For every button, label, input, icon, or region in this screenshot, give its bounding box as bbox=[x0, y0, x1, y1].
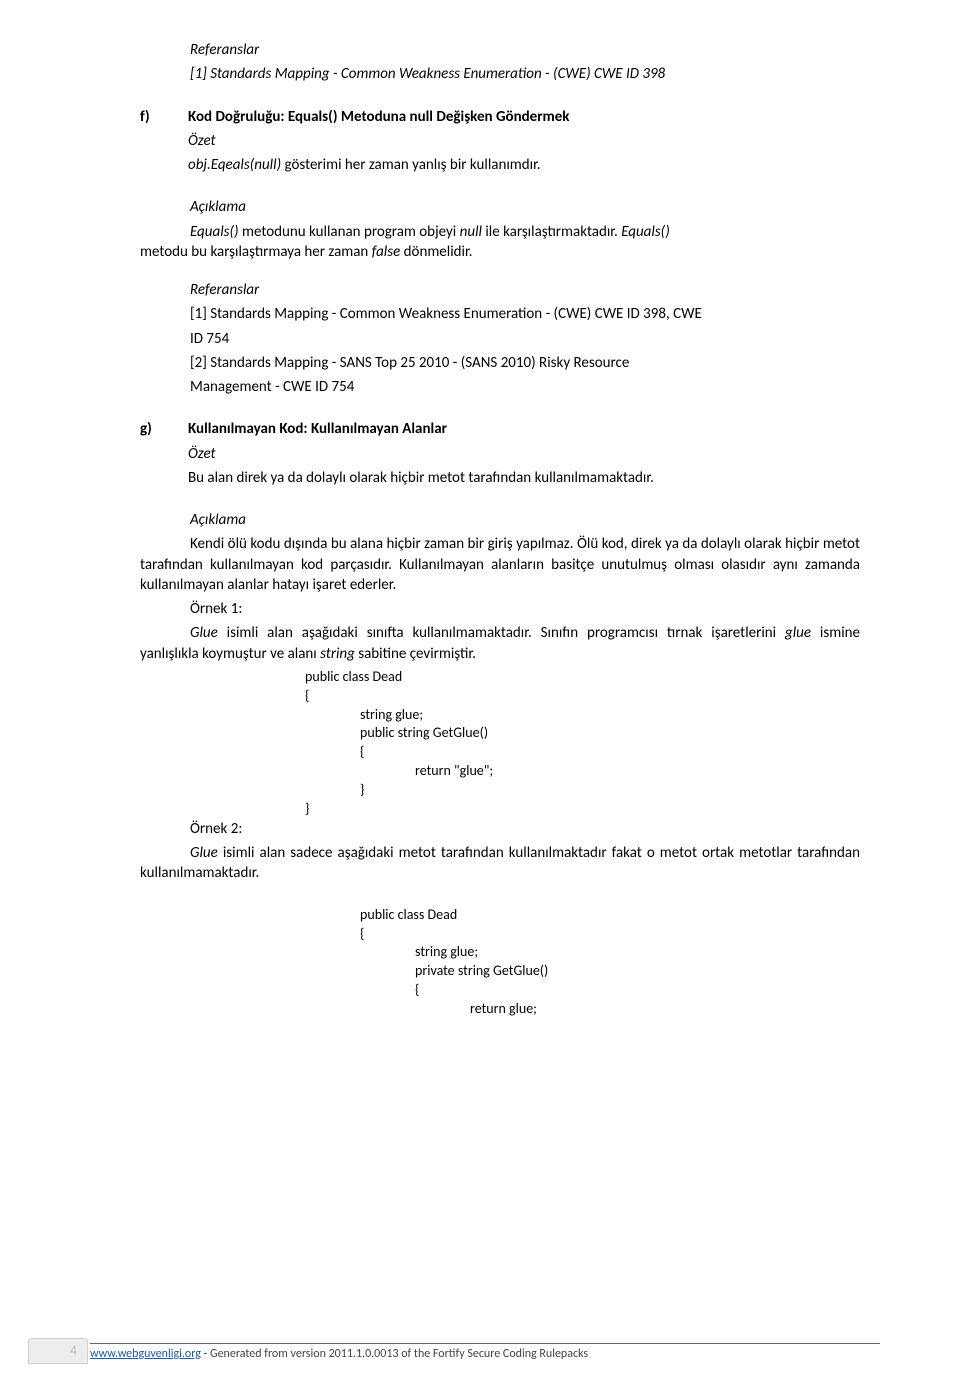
code-line: return "glue"; bbox=[415, 762, 860, 781]
ref-f-1a: [1] Standards Mapping - Common Weakness … bbox=[190, 304, 860, 324]
footer-link[interactable]: www.webguvenligi.org bbox=[90, 1347, 201, 1361]
list-marker-f: f) bbox=[140, 107, 150, 127]
code-line: string glue; bbox=[415, 943, 860, 962]
ozet-label-g: Özet bbox=[188, 444, 860, 464]
ornek2-text: Glue isimli alan sadece aşağıdaki metot … bbox=[140, 843, 860, 884]
code-block-1: public class Dead { string glue; public … bbox=[305, 668, 860, 819]
page-number: 4 bbox=[70, 1342, 77, 1361]
code-line: { bbox=[360, 925, 860, 944]
section-f-title: Kod Doğruluğu: Equals() Metoduna null De… bbox=[188, 107, 860, 127]
ornek1-text: Glue isimli alan aşağıdaki sınıfta kulla… bbox=[140, 623, 860, 664]
footer-rest: - Generated from version 2011.1.0.0013 o… bbox=[201, 1347, 588, 1361]
section-g-title: Kullanılmayan Kod: Kullanılmayan Alanlar bbox=[188, 419, 860, 439]
footer-text: www.webguvenligi.org - Generated from ve… bbox=[90, 1343, 880, 1362]
code-line: public class Dead bbox=[360, 906, 860, 925]
page-footer: 4 www.webguvenligi.org - Generated from … bbox=[0, 1338, 960, 1368]
code-block-2: public class Dead { string glue; private… bbox=[360, 906, 860, 1019]
ref-f-1b: ID 754 bbox=[190, 329, 860, 349]
ref-f-2b: Management - CWE ID 754 bbox=[190, 377, 860, 397]
ornek2-label: Örnek 2: bbox=[190, 819, 860, 839]
code-line: public class Dead bbox=[305, 668, 860, 687]
top-reference: [1] Standards Mapping - Common Weakness … bbox=[190, 64, 860, 84]
code-line: return glue; bbox=[470, 1000, 860, 1019]
ref-f-2a: [2] Standards Mapping - SANS Top 25 2010… bbox=[190, 353, 860, 373]
code-line: { bbox=[305, 687, 860, 706]
page-number-tab: 4 bbox=[28, 1338, 88, 1364]
ozet-text-f: obj.Eqeals(null) gösterimi her zaman yan… bbox=[188, 155, 860, 175]
ozet-label: Özet bbox=[188, 131, 860, 151]
code-line: { bbox=[360, 743, 860, 762]
list-marker-g: g) bbox=[140, 419, 152, 439]
aciklama-p1-g: Kendi ölü kodu dışında bu alana hiçbir z… bbox=[140, 534, 860, 595]
references-header: Referanslar bbox=[190, 40, 860, 60]
aciklama-label-g: Açıklama bbox=[190, 510, 860, 530]
ornek1-label: Örnek 1: bbox=[190, 599, 860, 619]
ozet-text-g: Bu alan direk ya da dolaylı olarak hiçbi… bbox=[188, 468, 860, 488]
code-line: { bbox=[415, 981, 860, 1000]
aciklama-text-f: Equals() metodunu kullanan program objey… bbox=[140, 222, 860, 263]
aciklama-label-f: Açıklama bbox=[190, 197, 860, 217]
code-line: } bbox=[305, 800, 860, 819]
code-line: } bbox=[360, 781, 860, 800]
code-line: private string GetGlue() bbox=[415, 962, 860, 981]
code-line: string glue; bbox=[360, 706, 860, 725]
references-header-f: Referanslar bbox=[190, 280, 860, 300]
code-line: public string GetGlue() bbox=[360, 724, 860, 743]
